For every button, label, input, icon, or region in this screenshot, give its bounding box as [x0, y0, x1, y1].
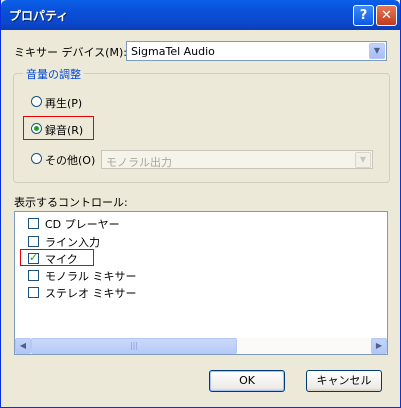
checkbox-stereo-mixer[interactable] [28, 287, 39, 298]
checkbox-line-in[interactable] [28, 236, 39, 247]
title-bar[interactable]: プロパティ ? ✕ [1, 0, 400, 30]
scroll-left-icon[interactable]: ◀ [15, 338, 31, 354]
checkbox-cd-player[interactable] [28, 218, 39, 229]
other-device-value: モノラル出力 [106, 156, 172, 169]
other-device-select: モノラル出力 ▼ [101, 150, 373, 169]
chevron-down-icon[interactable]: ▼ [369, 43, 385, 59]
chevron-down-icon: ▼ [355, 152, 371, 168]
controls-label: 表示するコントロール: [14, 196, 128, 209]
checkbox-microphone[interactable] [28, 251, 39, 264]
radio-playback-label[interactable]: 再生(P) [45, 95, 82, 111]
list-item-label[interactable]: モノラル ミキサー [45, 268, 137, 284]
ok-button[interactable]: OK [209, 370, 285, 392]
scroll-right-icon[interactable]: ▶ [371, 338, 387, 354]
help-button[interactable]: ? [353, 5, 374, 26]
list-item-label[interactable]: マイク [45, 251, 78, 267]
mixer-device-value: SigmaTel Audio [131, 45, 215, 58]
volume-group-title: 音量の調整 [23, 66, 84, 82]
horizontal-scrollbar[interactable]: ◀ ||| ▶ [15, 338, 387, 354]
close-button[interactable]: ✕ [376, 5, 397, 26]
radio-playback-circle[interactable] [31, 96, 42, 107]
properties-dialog: プロパティ ? ✕ ミキサー デバイス(M): SigmaTel Audio ▼… [0, 0, 401, 408]
window-title: プロパティ [9, 9, 69, 23]
list-item-label[interactable]: ライン入力 [45, 234, 100, 250]
list-item-label[interactable]: ステレオ ミキサー [45, 285, 137, 301]
cancel-button[interactable]: キャンセル [306, 370, 382, 392]
mixer-device-label: ミキサー デバイス(M): [14, 46, 127, 59]
radio-other-circle[interactable] [31, 153, 42, 164]
radio-recording-circle[interactable] [31, 123, 42, 134]
radio-other-label[interactable]: その他(O) [45, 152, 95, 168]
checkbox-mono-mixer[interactable] [28, 270, 39, 281]
list-item-label[interactable]: CD プレーヤー [45, 216, 120, 232]
radio-recording-label[interactable]: 録音(R) [45, 122, 83, 138]
mixer-device-select[interactable]: SigmaTel Audio ▼ [126, 41, 387, 61]
scroll-thumb[interactable]: ||| [31, 338, 237, 354]
